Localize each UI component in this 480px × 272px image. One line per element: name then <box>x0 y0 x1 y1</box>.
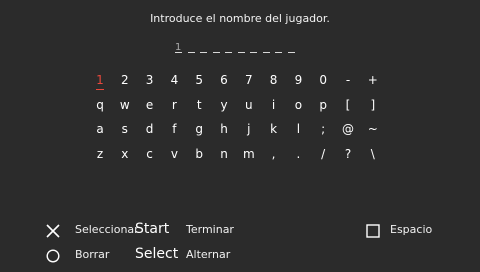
slot-underline <box>212 52 220 53</box>
select-button-label: Select <box>135 246 179 262</box>
key[interactable]: g <box>187 117 211 141</box>
name-slot <box>249 40 259 56</box>
key[interactable]: + <box>361 68 385 92</box>
name-slot <box>187 40 197 56</box>
hint-select-button: Select <box>135 244 178 264</box>
key[interactable]: 5 <box>187 68 211 92</box>
player-name-input[interactable]: 1 <box>174 40 306 56</box>
key[interactable]: 2 <box>113 68 137 92</box>
key[interactable]: , <box>262 142 286 166</box>
key[interactable]: o <box>286 93 310 117</box>
key[interactable]: @ <box>336 117 360 141</box>
key[interactable]: 9 <box>286 68 310 92</box>
key[interactable]: c <box>138 142 162 166</box>
key[interactable]: m <box>237 142 261 166</box>
key[interactable]: y <box>212 93 236 117</box>
key[interactable]: s <box>113 117 137 141</box>
key[interactable]: ; <box>311 117 335 141</box>
key[interactable]: d <box>138 117 162 141</box>
key[interactable]: i <box>262 93 286 117</box>
key[interactable]: ? <box>336 142 360 166</box>
name-slot <box>212 40 222 56</box>
key[interactable]: t <box>187 93 211 117</box>
key[interactable]: 3 <box>138 68 162 92</box>
name-slot <box>224 40 234 56</box>
start-button-label: Start <box>135 221 170 237</box>
key[interactable]: b <box>187 142 211 166</box>
key[interactable]: ] <box>361 93 385 117</box>
hint-finish: Terminar <box>186 220 234 240</box>
hint-delete: Borrar <box>75 245 109 265</box>
key[interactable]: l <box>286 117 310 141</box>
slot-underline <box>287 52 295 53</box>
key[interactable]: / <box>311 142 335 166</box>
hint-select-label: Seleccionar <box>75 223 139 236</box>
key[interactable]: u <box>237 93 261 117</box>
key[interactable]: n <box>212 142 236 166</box>
key[interactable]: 8 <box>262 68 286 92</box>
hint-space: Espacio <box>390 220 432 240</box>
key[interactable]: f <box>162 117 186 141</box>
circle-icon <box>46 248 60 263</box>
key[interactable]: . <box>286 142 310 166</box>
key[interactable]: 7 <box>237 68 261 92</box>
key[interactable]: 6 <box>212 68 236 92</box>
key[interactable]: e <box>138 93 162 117</box>
name-slot <box>287 40 297 56</box>
cross-icon <box>46 223 60 238</box>
key[interactable]: r <box>162 93 186 117</box>
key[interactable]: q <box>88 93 112 117</box>
key[interactable]: a <box>88 117 112 141</box>
key[interactable]: [ <box>336 93 360 117</box>
slot-underline <box>175 52 182 53</box>
key[interactable]: v <box>162 142 186 166</box>
name-slot <box>237 40 247 56</box>
hint-start: Start <box>135 219 169 239</box>
hint-finish-label: Terminar <box>186 223 234 236</box>
name-slot: 1 <box>174 40 184 56</box>
key[interactable]: - <box>336 68 360 92</box>
key[interactable]: z <box>88 142 112 166</box>
key[interactable]: 4 <box>162 68 186 92</box>
slot-underline <box>187 52 195 53</box>
key[interactable]: ~ <box>361 117 385 141</box>
name-prompt: Introduce el nombre del jugador. <box>150 12 330 25</box>
key[interactable]: 0 <box>311 68 335 92</box>
slot-underline <box>275 52 282 53</box>
name-slot <box>274 40 284 56</box>
key[interactable]: p <box>311 93 335 117</box>
hint-toggle-label: Alternar <box>186 248 231 261</box>
slot-underline <box>225 52 232 53</box>
name-slot <box>199 40 209 56</box>
hint-space-label: Espacio <box>390 223 433 236</box>
slot-underline <box>262 52 270 53</box>
key[interactable]: h <box>212 117 236 141</box>
hint-select: Seleccionar <box>75 220 139 240</box>
key[interactable]: \ <box>361 142 385 166</box>
key[interactable]: x <box>113 142 137 166</box>
slot-underline <box>250 52 257 53</box>
key[interactable]: k <box>262 117 286 141</box>
slot-underline <box>200 52 207 53</box>
slot-underline <box>237 52 245 53</box>
key[interactable]: 1 <box>88 68 112 92</box>
square-icon <box>366 223 380 238</box>
name-slot <box>262 40 272 56</box>
key[interactable]: j <box>237 117 261 141</box>
key[interactable]: w <box>113 93 137 117</box>
hint-toggle: Alternar <box>186 245 230 265</box>
onscreen-keyboard: 1 2 3 4 5 6 7 8 9 0- + q w e r t y u i o p[] a s d f g h j k l; @ ~ z x c v… <box>88 68 388 168</box>
hint-delete-label: Borrar <box>75 248 110 261</box>
